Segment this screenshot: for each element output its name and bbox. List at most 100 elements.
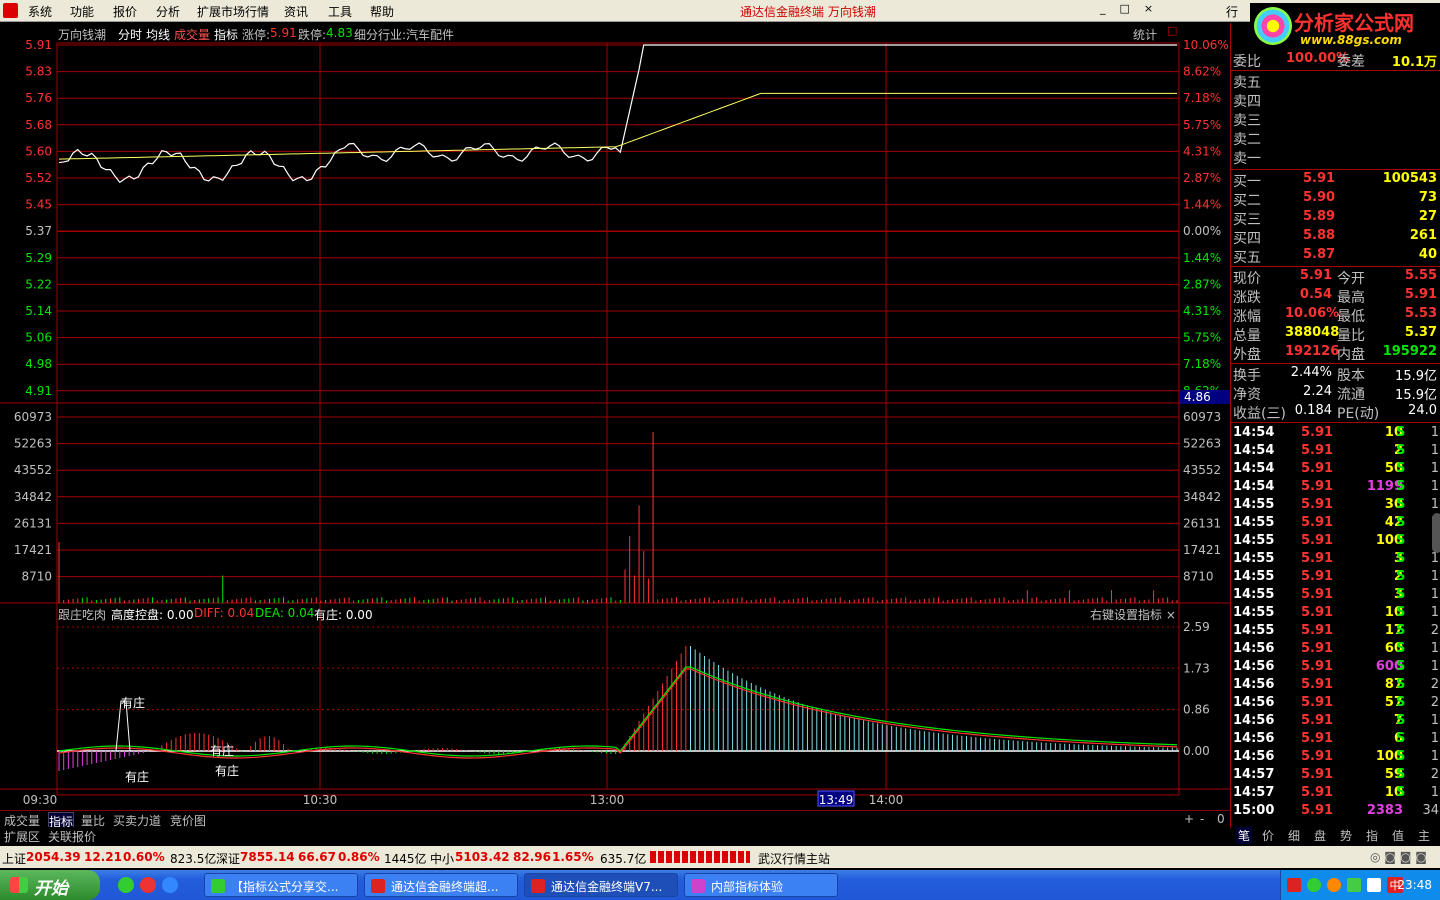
tick-row[interactable]: 14:56 5.91 7 S 1 <box>1231 713 1440 731</box>
menu-analysis[interactable]: 分析 <box>156 3 180 20</box>
zoom-out-button[interactable]: - <box>1200 812 1204 826</box>
tab-volume[interactable]: 成交量 <box>174 26 210 43</box>
tick-row[interactable]: 14:57 5.91 10 S 1 <box>1231 785 1440 803</box>
side-tab[interactable]: 势 <box>1340 827 1352 844</box>
indicator-settings[interactable]: 右键设置指标 × <box>1090 606 1176 623</box>
reset-button[interactable]: 0 <box>1217 812 1225 826</box>
volume-tick-label: 8710 <box>1183 570 1214 584</box>
menu-tools[interactable]: 工具 <box>328 3 352 20</box>
pct-tick-label: 1.44% <box>1183 198 1221 212</box>
tick-row[interactable]: 14:55 5.91 10 S 1 <box>1231 605 1440 623</box>
quicklaunch-icon-3[interactable] <box>162 877 178 893</box>
ask-row: 卖三 <box>1231 110 1440 129</box>
indicator-kongpan: 高度控盘: 0.00 <box>111 608 194 622</box>
close-icon[interactable]: × <box>1144 2 1153 15</box>
app-icon[interactable] <box>3 3 18 18</box>
tick-row[interactable]: 14:55 5.91 30 S 1 <box>1231 497 1440 515</box>
quicklaunch-icon-1[interactable] <box>118 877 134 893</box>
tick-row[interactable]: 14:56 5.91 57 S 2 <box>1231 695 1440 713</box>
side-tab[interactable]: 主 <box>1418 827 1430 844</box>
task-internal-indicator[interactable]: 内部指标体验 <box>684 873 838 897</box>
menu-function[interactable]: 功能 <box>70 3 94 20</box>
tick-row[interactable]: 14:55 5.91 2 S 1 <box>1231 569 1440 587</box>
task-formula-share[interactable]: 【指标公式分享交... <box>204 873 358 897</box>
tick-row[interactable]: 14:54 5.91 50 S 1 <box>1231 461 1440 479</box>
bid-row[interactable]: 买二 5.90 73 <box>1231 190 1440 209</box>
side-tab[interactable]: 价 <box>1262 827 1274 844</box>
tick-row[interactable]: 14:55 5.91 17 S 2 <box>1231 623 1440 641</box>
tick-row[interactable]: 14:54 5.91 1199 S 1 <box>1231 479 1440 497</box>
tick-row[interactable]: 14:57 5.91 59 S 2 <box>1231 767 1440 785</box>
tick-count: 2 <box>1430 767 1439 782</box>
bid-price: 5.87 <box>1303 247 1336 262</box>
tray-icon-shield[interactable] <box>1347 878 1361 892</box>
task-tdx-super[interactable]: 通达信金融终端超... <box>364 873 518 897</box>
tick-side: S <box>1396 515 1406 530</box>
quicklaunch-icon-2[interactable] <box>140 877 156 893</box>
bid-row[interactable]: 买三 5.89 27 <box>1231 209 1440 228</box>
tick-row[interactable]: 14:56 5.91 100 S 1 <box>1231 749 1440 767</box>
tick-row[interactable]: 14:56 5.91 87 S 2 <box>1231 677 1440 695</box>
menu-quote[interactable]: 报价 <box>113 3 137 20</box>
menu-news[interactable]: 资讯 <box>284 3 308 20</box>
tray-icon-browser[interactable] <box>1327 878 1341 892</box>
tick-row[interactable]: 14:555.91100S1 <box>1231 533 1440 551</box>
tick-price: 5.91 <box>1301 443 1334 458</box>
bid-price: 5.88 <box>1303 228 1336 243</box>
ask-row: 卖四 <box>1231 91 1440 110</box>
tick-row[interactable]: 15:00 5.91 2383 34 <box>1231 803 1440 821</box>
start-button[interactable]: 开始 <box>0 870 100 900</box>
tick-volume: 2383 <box>1366 803 1403 818</box>
tick-row[interactable]: 14:54 5.91 2 S 1 <box>1231 443 1440 461</box>
side-tab[interactable]: 值 <box>1392 827 1404 844</box>
side-tab[interactable]: 细 <box>1288 827 1300 844</box>
task-tdx-v7[interactable]: 通达信金融终端V7... <box>524 873 678 897</box>
tray-icon-net[interactable] <box>1307 878 1321 892</box>
close-panel-icon[interactable]: □ <box>1167 24 1177 37</box>
bid-row[interactable]: 买四 5.88 261 <box>1231 228 1440 247</box>
menu-ext-market[interactable]: 扩展市场行情 <box>197 3 269 20</box>
menu-system[interactable]: 系统 <box>28 3 52 20</box>
fund-value: 2.24 <box>1303 384 1332 399</box>
ask-label: 卖四 <box>1233 94 1261 110</box>
time-tick-label: 10:30 <box>303 793 338 807</box>
divider <box>1231 266 1440 267</box>
price-tick-label: 5.22 <box>25 277 52 291</box>
volume-tick-label: 43552 <box>1183 463 1221 477</box>
tab-related-quotes[interactable]: 关联报价 <box>48 828 96 845</box>
tick-row[interactable]: 14:54 5.91 10 S 1 <box>1231 425 1440 443</box>
tick-row[interactable]: 14:55 5.91 3 S 1 <box>1231 587 1440 605</box>
side-tab[interactable]: 指 <box>1366 827 1378 844</box>
tab-fenshi[interactable]: 分时 <box>118 26 142 43</box>
side-tab[interactable]: 盘 <box>1314 827 1326 844</box>
side-tab[interactable]: 笔 <box>1236 827 1253 844</box>
market-strength-bar <box>650 851 750 863</box>
zoom-in-button[interactable]: + <box>1184 812 1194 826</box>
stat-value: 0.54 <box>1299 287 1332 302</box>
tray-icon-speaker[interactable] <box>1367 878 1381 892</box>
tick-side: S <box>1396 641 1406 656</box>
minimize-icon[interactable]: _ <box>1100 2 1106 15</box>
tick-side: S <box>1396 767 1406 782</box>
tick-row[interactable]: 14:56 5.91 60 S 1 <box>1231 641 1440 659</box>
tab-junxian[interactable]: 均线 <box>146 26 170 43</box>
bid-row[interactable]: 买一 5.91 100543 <box>1231 171 1440 190</box>
chart-area[interactable]: 5.91 10.06% 5.83 8.62% 5.76 7.18% 5.68 5.75% 5.6… <box>0 23 1230 810</box>
tick-row[interactable]: 14:555.9142S1 <box>1231 515 1440 533</box>
stat-label: 现价 <box>1233 271 1261 287</box>
bid-row[interactable]: 买五 5.87 40 <box>1231 247 1440 266</box>
tab-indicator[interactable]: 指标 <box>214 26 238 43</box>
chart-svg[interactable]: 5.91 10.06% 5.83 8.62% 5.76 7.18% 5.68 5.75% 5.6… <box>0 23 1230 810</box>
scrollbar-thumb[interactable] <box>1432 513 1440 553</box>
bid-volume: 100543 <box>1382 171 1437 186</box>
tray-icon-s[interactable] <box>1287 878 1301 892</box>
tab-ext-area[interactable]: 扩展区 <box>4 828 40 845</box>
maximize-icon[interactable]: □ <box>1120 2 1130 15</box>
menu-help[interactable]: 帮助 <box>370 3 394 20</box>
stat-button[interactable]: 统计 <box>1133 26 1157 43</box>
tick-row[interactable]: 14:55 5.91 3 S 1 <box>1231 551 1440 569</box>
tick-row[interactable]: 14:56 5.91 600 S 1 <box>1231 659 1440 677</box>
tick-row[interactable]: 14:56 5.91 6 S 1 <box>1231 731 1440 749</box>
menu-right-tab[interactable]: 行 <box>1226 3 1238 20</box>
server-station[interactable]: 武汉行情主站 <box>758 850 830 867</box>
